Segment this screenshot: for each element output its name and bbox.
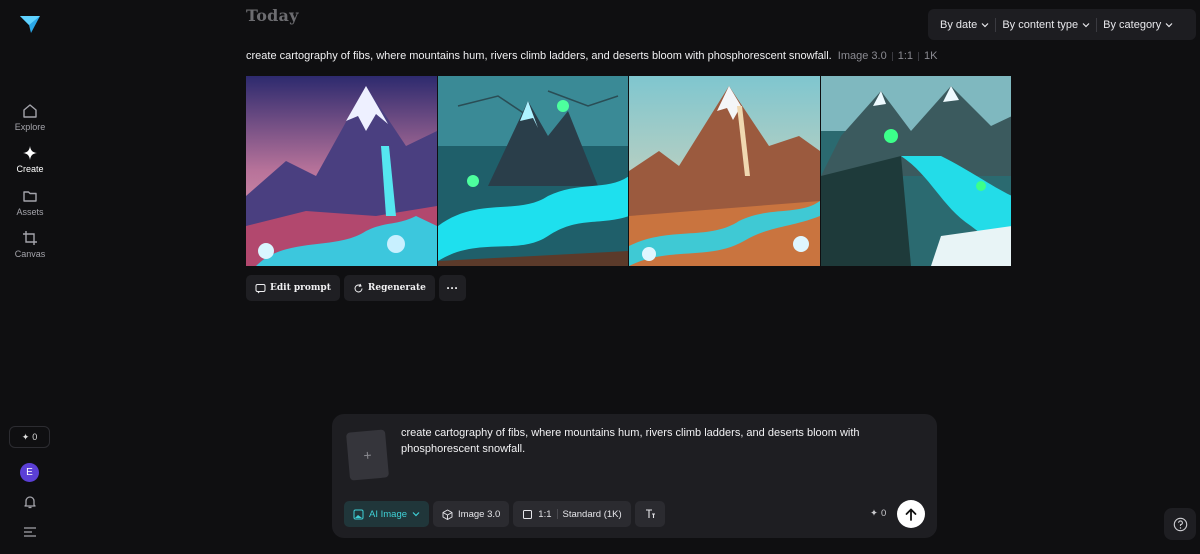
filter-label: By content type: [1002, 18, 1079, 31]
filter-by-date[interactable]: By date: [934, 9, 995, 40]
credit-cost: ✦ 0: [870, 508, 886, 519]
generated-image-1[interactable]: [246, 76, 437, 266]
regenerate-button[interactable]: Regenerate: [343, 275, 435, 301]
section-title: Today: [246, 6, 299, 25]
mountain-image: [629, 76, 820, 266]
cube-icon: [442, 508, 453, 520]
text-icon: [645, 509, 655, 518]
send-button[interactable]: [897, 500, 925, 528]
mode-label: AI Image: [369, 508, 408, 520]
mountain-image: [246, 76, 437, 266]
sidebar-item-explore[interactable]: Explore: [0, 103, 60, 132]
chevron-down-icon: [1082, 22, 1090, 27]
filter-label: By date: [940, 18, 978, 31]
divider: [918, 51, 920, 61]
aspect-ratio-icon: [523, 509, 533, 519]
bell-icon[interactable]: [22, 494, 38, 510]
crop-icon: [23, 231, 37, 245]
paper-plane-logo-icon[interactable]: [19, 14, 41, 34]
home-icon: [23, 104, 37, 118]
sidebar-item-label: Create: [16, 164, 44, 174]
more-options-button[interactable]: ···: [438, 275, 466, 301]
text-style-button[interactable]: [634, 501, 665, 527]
generation-prompt: create cartography of fibs, where mounta…: [246, 50, 832, 62]
avatar[interactable]: E: [20, 463, 39, 482]
prompt-composer: + create cartography of fibs, where moun…: [332, 414, 937, 538]
generated-image-4[interactable]: [820, 76, 1011, 266]
mode-selector[interactable]: AI Image: [344, 501, 430, 527]
sidebar: Explore Create Assets Canvas ✦ 0 E: [0, 0, 60, 554]
mountain-image: [820, 76, 1011, 266]
edit-prompt-button[interactable]: Edit prompt: [246, 275, 340, 301]
sidebar-item-canvas[interactable]: Canvas: [0, 230, 60, 259]
sidebar-item-label: Assets: [16, 207, 44, 217]
sparkle-icon: [23, 146, 37, 160]
sidebar-item-label: Canvas: [14, 249, 46, 259]
generated-image-3[interactable]: [629, 76, 820, 266]
chevron-down-icon: [412, 512, 420, 517]
button-label: Edit prompt: [270, 283, 331, 293]
menu-icon[interactable]: [22, 526, 38, 538]
generation-model: Image 3.0: [837, 50, 887, 62]
credits-pill[interactable]: ✦ 0: [9, 426, 50, 448]
help-button[interactable]: [1164, 508, 1196, 540]
image-gallery: [246, 76, 1011, 266]
folder-icon: [23, 191, 37, 202]
model-selector[interactable]: Image 3.0: [433, 501, 510, 527]
chevron-down-icon: [1165, 22, 1173, 27]
quality-label: Standard (1K): [562, 508, 622, 520]
upload-reference-button[interactable]: +: [345, 429, 390, 481]
sparkle-icon: ✦: [21, 431, 30, 442]
size-selector[interactable]: 1:1 Standard (1K): [513, 501, 631, 527]
filter-by-category[interactable]: By category: [1097, 9, 1179, 40]
filter-label: By category: [1103, 18, 1162, 31]
refresh-icon: [354, 283, 363, 292]
help-icon: [1173, 517, 1187, 531]
filter-by-content-type[interactable]: By content type: [996, 9, 1096, 40]
arrow-up-icon: [905, 508, 917, 521]
divider: [556, 509, 558, 519]
sparkle-icon: ✦: [870, 508, 878, 519]
button-label: Regenerate: [367, 283, 426, 293]
image-icon: [353, 509, 364, 519]
generation-prompt-line: create cartography of fibs, where mounta…: [246, 50, 937, 62]
generation-actions: Edit prompt Regenerate ···: [246, 275, 466, 301]
generation-ratio: 1:1: [897, 50, 914, 62]
chevron-down-icon: [981, 22, 989, 27]
credit-cost-value: 0: [880, 508, 887, 519]
mountain-image: [437, 76, 628, 266]
model-label: Image 3.0: [458, 508, 501, 520]
sidebar-item-label: Explore: [14, 122, 46, 132]
sidebar-item-assets[interactable]: Assets: [0, 188, 60, 217]
generation-resolution: 1K: [924, 50, 938, 62]
sidebar-item-create[interactable]: Create: [0, 145, 60, 174]
generated-image-2[interactable]: [437, 76, 628, 266]
divider: [891, 51, 893, 61]
ratio-label: 1:1: [538, 508, 552, 520]
prompt-input[interactable]: create cartography of fibs, where mounta…: [401, 425, 881, 457]
composer-toolbar: AI Image Image 3.0 1:1 Standard (1K): [344, 501, 665, 527]
credits-count: 0: [32, 432, 38, 442]
filter-bar: By date By content type By category: [928, 9, 1196, 40]
edit-icon: [255, 283, 266, 293]
